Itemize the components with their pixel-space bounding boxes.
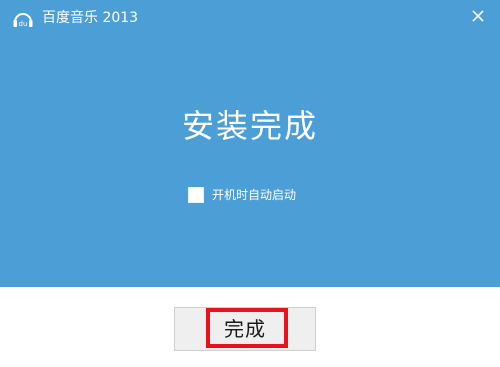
svg-text:du: du [19, 20, 28, 28]
window-title: 百度音乐 2013 [42, 10, 139, 26]
installer-window: du 百度音乐 2013 安装完成 开机时自动启动 完成 [0, 0, 500, 367]
finish-button-label: 完成 [224, 317, 266, 341]
header-panel: du 百度音乐 2013 安装完成 开机时自动启动 [0, 0, 500, 287]
baidu-music-logo-icon: du [13, 13, 33, 28]
autostart-option[interactable]: 开机时自动启动 [188, 185, 296, 205]
install-complete-heading: 安装完成 [181, 107, 318, 145]
footer-panel: 完成 [0, 287, 500, 367]
autostart-label: 开机时自动启动 [212, 188, 297, 202]
autostart-checkbox[interactable] [188, 187, 204, 203]
close-icon[interactable] [468, 6, 488, 26]
title-bar: du 百度音乐 2013 [0, 0, 500, 36]
finish-button[interactable]: 完成 [174, 307, 316, 351]
